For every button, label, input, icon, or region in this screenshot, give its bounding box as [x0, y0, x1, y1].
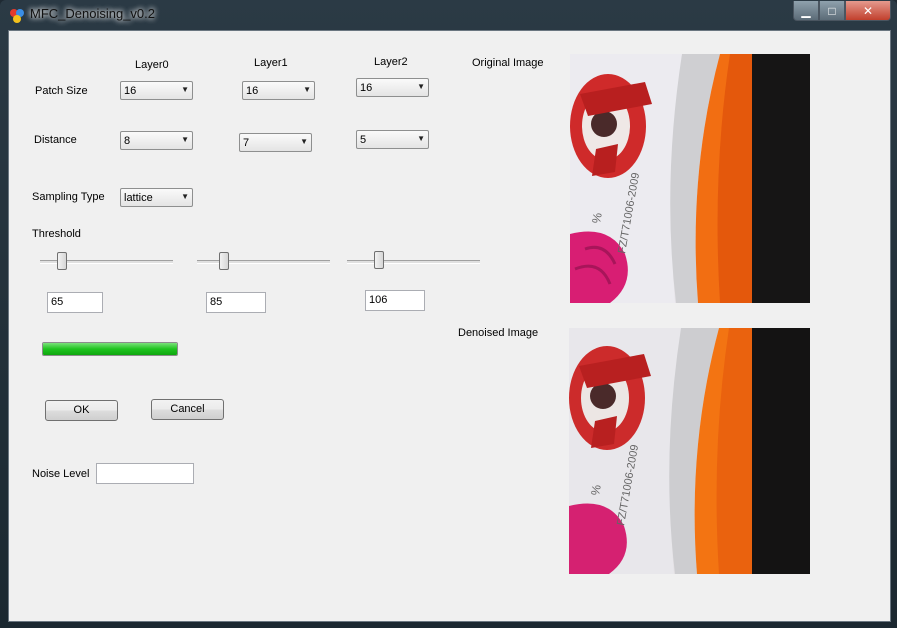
- original-image-graphic: FZ/T71006-2009 %: [570, 54, 810, 303]
- threshold-slider-1-thumb[interactable]: [219, 252, 229, 270]
- app-window: MFC_Denoising_v0.2 ▁ □ ✕ Layer0 Layer1 L…: [0, 0, 897, 628]
- denoised-image-graphic: FZ/T71006-2009 %: [569, 328, 810, 574]
- combo-value: 8: [124, 135, 131, 147]
- distance-layer2-combo[interactable]: 5 ▼: [356, 130, 429, 149]
- threshold-label: Threshold: [32, 228, 81, 240]
- noise-level-input[interactable]: [96, 463, 194, 484]
- maximize-button[interactable]: □: [819, 1, 845, 21]
- combo-value: 5: [360, 134, 367, 146]
- dropdown-arrow-icon: ▼: [181, 135, 189, 144]
- threshold-layer1-input[interactable]: 85: [206, 292, 266, 313]
- noise-level-label: Noise Level: [32, 468, 90, 480]
- combo-value: 16: [360, 82, 373, 94]
- ok-button[interactable]: OK: [45, 400, 118, 421]
- combo-value: lattice: [124, 192, 153, 204]
- app-icon: [10, 9, 24, 23]
- threshold-slider-2-track[interactable]: [347, 260, 480, 264]
- sampling-type-label: Sampling Type: [32, 191, 105, 203]
- patch-size-layer2-combo[interactable]: 16 ▼: [356, 78, 429, 97]
- patch-size-label: Patch Size: [35, 85, 88, 97]
- progress-fill: [43, 343, 177, 355]
- threshold-slider-2-thumb[interactable]: [374, 251, 384, 269]
- dropdown-arrow-icon: ▼: [417, 134, 425, 143]
- threshold-layer0-input[interactable]: 65: [47, 292, 103, 313]
- threshold-layer2-input[interactable]: 106: [365, 290, 425, 311]
- threshold-slider-1-track[interactable]: [197, 260, 330, 264]
- threshold-slider-0-thumb[interactable]: [57, 252, 67, 270]
- close-button[interactable]: ✕: [845, 1, 891, 21]
- distance-label: Distance: [34, 134, 77, 146]
- patch-size-layer0-combo[interactable]: 16 ▼: [120, 81, 193, 100]
- progress-bar: [42, 342, 178, 356]
- patch-size-layer1-combo[interactable]: 16 ▼: [242, 81, 315, 100]
- minimize-button[interactable]: ▁: [793, 1, 819, 21]
- title-bar[interactable]: MFC_Denoising_v0.2 ▁ □ ✕: [0, 0, 897, 30]
- combo-value: 16: [124, 85, 137, 97]
- dropdown-arrow-icon: ▼: [181, 192, 189, 201]
- sampling-type-combo[interactable]: lattice ▼: [120, 188, 193, 207]
- combo-value: 7: [243, 137, 250, 149]
- layer0-header: Layer0: [135, 59, 169, 71]
- dropdown-arrow-icon: ▼: [181, 85, 189, 94]
- denoised-image: FZ/T71006-2009 %: [569, 328, 810, 574]
- dropdown-arrow-icon: ▼: [303, 85, 311, 94]
- cancel-button[interactable]: Cancel: [151, 399, 224, 420]
- layer2-header: Layer2: [374, 56, 408, 68]
- combo-value: 16: [246, 85, 259, 97]
- denoised-image-label: Denoised Image: [458, 327, 539, 339]
- dropdown-arrow-icon: ▼: [300, 137, 308, 146]
- distance-layer1-combo[interactable]: 7 ▼: [239, 133, 312, 152]
- layer1-header: Layer1: [254, 57, 288, 69]
- window-title: MFC_Denoising_v0.2: [30, 6, 156, 21]
- original-image-label: Original Image: [472, 57, 544, 69]
- distance-layer0-combo[interactable]: 8 ▼: [120, 131, 193, 150]
- original-image: FZ/T71006-2009 %: [570, 54, 810, 303]
- dialog-client-area: Layer0 Layer1 Layer2 Patch Size 16 ▼ 16 …: [8, 30, 891, 622]
- dropdown-arrow-icon: ▼: [417, 82, 425, 91]
